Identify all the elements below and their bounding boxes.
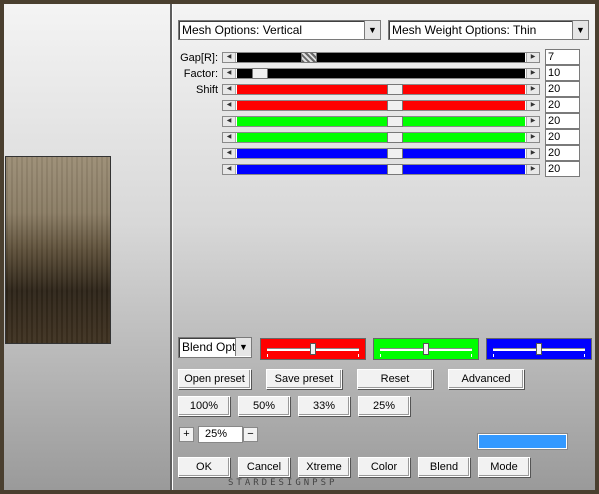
shift-red-2-slider[interactable]: ◀ ▶ xyxy=(222,100,540,111)
gap-label: Gap[R]: xyxy=(180,52,218,64)
shift-red-2-value-field[interactable]: 20 xyxy=(545,97,580,113)
shift-label: Shift xyxy=(195,84,218,96)
shift-red-2-thumb[interactable] xyxy=(387,100,404,111)
zoom-in-button[interactable]: + xyxy=(179,427,194,442)
factor-track[interactable] xyxy=(237,68,525,79)
factor-thumb[interactable] xyxy=(252,68,269,79)
zoom-out-button[interactable]: − xyxy=(243,427,258,442)
color-button[interactable]: Color xyxy=(358,457,410,477)
scroll-left-icon[interactable]: ◀ xyxy=(223,149,236,158)
cancel-button[interactable]: Cancel xyxy=(238,457,290,477)
shift-green-2-thumb[interactable] xyxy=(387,132,404,143)
shift-green-1-slider[interactable]: ◀ ▶ xyxy=(222,116,540,127)
save-preset-button[interactable]: Save preset xyxy=(266,369,342,389)
scroll-right-icon[interactable]: ▶ xyxy=(526,165,539,174)
green-blend-slider[interactable] xyxy=(373,338,479,360)
shift-blue-2-value-field[interactable]: 20 xyxy=(545,161,580,177)
mesh-options-dropdown[interactable]: Mesh Options: Vertical ▼ xyxy=(178,20,381,40)
green-blend-track[interactable] xyxy=(380,343,472,355)
scroll-left-icon[interactable]: ◀ xyxy=(223,69,236,78)
shift-blue-2-track[interactable] xyxy=(237,164,525,175)
scroll-left-icon[interactable]: ◀ xyxy=(223,53,236,62)
open-preset-button[interactable]: Open preset xyxy=(178,369,251,389)
shift-red-1-slider[interactable]: ◀ ▶ xyxy=(222,84,540,95)
factor-label: Factor: xyxy=(183,68,218,80)
scroll-left-icon[interactable]: ◀ xyxy=(223,165,236,174)
watermark: STARDESIGNPSP xyxy=(228,478,338,488)
mesh-options-value: Mesh Options: Vertical xyxy=(182,23,303,37)
shift-blue-1-track[interactable] xyxy=(237,148,525,159)
red-blend-track[interactable] xyxy=(267,343,359,355)
scroll-right-icon[interactable]: ▶ xyxy=(526,53,539,62)
shift-blue-1-slider[interactable]: ◀ ▶ xyxy=(222,148,540,159)
mesh-weight-dropdown[interactable]: Mesh Weight Options: Thin ▼ xyxy=(388,20,589,40)
reset-button[interactable]: Reset xyxy=(357,369,433,389)
shift-green-2-slider[interactable]: ◀ ▶ xyxy=(222,132,540,143)
zoom-50-button[interactable]: 50% xyxy=(238,396,290,416)
shift-blue-1-thumb[interactable] xyxy=(387,148,404,159)
blend-options-dropdown[interactable]: Blend Options ▼ xyxy=(178,337,252,358)
shift-green-1-thumb[interactable] xyxy=(387,116,404,127)
chevron-down-icon[interactable]: ▼ xyxy=(572,21,588,39)
gap-thumb[interactable] xyxy=(301,52,317,63)
gap-slider[interactable]: ◀ ▶ xyxy=(222,52,540,63)
factor-value-field[interactable]: 10 xyxy=(545,65,580,81)
gap-value-field[interactable]: 7 xyxy=(545,49,580,65)
zoom-value-field[interactable]: 25% xyxy=(198,426,243,443)
slider-ticks xyxy=(267,354,359,357)
mode-button[interactable]: Mode xyxy=(478,457,530,477)
chevron-down-icon[interactable]: ▼ xyxy=(364,21,380,39)
blend-button[interactable]: Blend xyxy=(418,457,470,477)
scroll-left-icon[interactable]: ◀ xyxy=(223,133,236,142)
shift-green-2-track[interactable] xyxy=(237,132,525,143)
zoom-33-button[interactable]: 33% xyxy=(298,396,350,416)
scroll-right-icon[interactable]: ▶ xyxy=(526,101,539,110)
chevron-down-icon[interactable]: ▼ xyxy=(235,338,251,356)
slider-ticks xyxy=(493,354,585,357)
scroll-right-icon[interactable]: ▶ xyxy=(526,117,539,126)
shift-green-2-value-field[interactable]: 20 xyxy=(545,129,580,145)
blue-blend-slider[interactable] xyxy=(486,338,592,360)
scroll-left-icon[interactable]: ◀ xyxy=(223,117,236,126)
slider-ticks xyxy=(380,354,472,357)
mesh-weight-value: Mesh Weight Options: Thin xyxy=(392,23,537,37)
shift-red-1-track[interactable] xyxy=(237,84,525,95)
shift-green-1-track[interactable] xyxy=(237,116,525,127)
preview-image xyxy=(5,156,111,344)
scroll-right-icon[interactable]: ▶ xyxy=(526,149,539,158)
advanced-button[interactable]: Advanced xyxy=(448,369,524,389)
shift-red-1-thumb[interactable] xyxy=(387,84,404,95)
factor-slider[interactable]: ◀ ▶ xyxy=(222,68,540,79)
shift-blue-2-slider[interactable]: ◀ ▶ xyxy=(222,164,540,175)
scroll-left-icon[interactable]: ◀ xyxy=(223,101,236,110)
shift-blue-1-value-field[interactable]: 20 xyxy=(545,145,580,161)
gap-track[interactable] xyxy=(237,52,525,63)
shift-red-1-value-field[interactable]: 20 xyxy=(545,81,580,97)
scroll-left-icon[interactable]: ◀ xyxy=(223,85,236,94)
shift-green-1-value-field[interactable]: 20 xyxy=(545,113,580,129)
preview-mesh-pattern xyxy=(6,157,110,343)
scroll-right-icon[interactable]: ▶ xyxy=(526,69,539,78)
shift-blue-2-thumb[interactable] xyxy=(387,164,404,175)
xtreme-button[interactable]: Xtreme xyxy=(298,457,350,477)
ok-button[interactable]: OK xyxy=(178,457,230,477)
scroll-right-icon[interactable]: ▶ xyxy=(526,85,539,94)
zoom-25-button[interactable]: 25% xyxy=(358,396,410,416)
blue-blend-track[interactable] xyxy=(493,343,585,355)
zoom-100-button[interactable]: 100% xyxy=(178,396,230,416)
color-swatch[interactable] xyxy=(478,434,567,449)
scroll-right-icon[interactable]: ▶ xyxy=(526,133,539,142)
red-blend-slider[interactable] xyxy=(260,338,366,360)
shift-red-2-track[interactable] xyxy=(237,100,525,111)
filter-dialog: Mesh Options: Vertical ▼ Mesh Weight Opt… xyxy=(4,4,595,490)
